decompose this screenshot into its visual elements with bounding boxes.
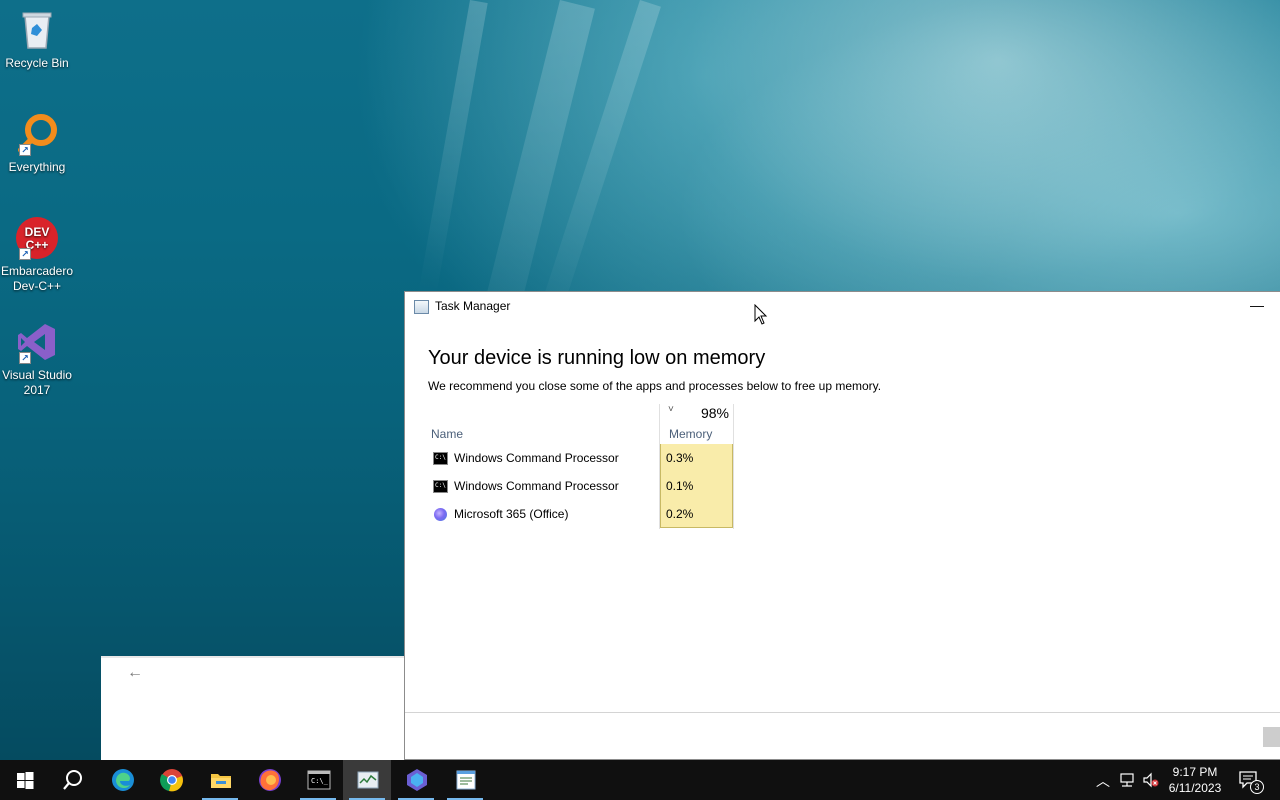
process-row[interactable]: C:\ Windows Command Processor 0.3% <box>431 445 736 473</box>
svg-text:DEV: DEV <box>25 225 50 239</box>
system-clock[interactable]: 9:17 PM 6/11/2023 <box>1166 764 1224 796</box>
taskbar-edge[interactable] <box>98 760 146 800</box>
visual-studio-icon <box>407 769 427 791</box>
mouse-cursor-icon <box>754 304 768 325</box>
visual-studio-icon: ↗ <box>15 320 59 364</box>
dev-cpp-icon: DEV C++ ↗ <box>15 216 59 260</box>
svg-text:C:\_: C:\_ <box>311 777 329 785</box>
clock-time: 9:17 PM <box>1172 765 1218 779</box>
show-hidden-icons-chevron-icon[interactable]: ︿ <box>1096 771 1110 791</box>
file-explorer-icon <box>211 774 231 788</box>
office-icon <box>434 508 447 521</box>
title-bar[interactable]: Task Manager — <box>405 292 1280 322</box>
desktop-icon-label: Everything <box>8 160 66 174</box>
search-button[interactable] <box>48 760 96 800</box>
start-button[interactable] <box>0 760 48 800</box>
column-header-name[interactable]: Name <box>431 427 463 441</box>
start-icon <box>17 772 34 789</box>
taskbar-file-explorer[interactable] <box>196 760 244 800</box>
search-icon <box>63 770 82 790</box>
desktop-icon-recycle-bin[interactable]: Recycle Bin <box>0 8 74 71</box>
cmd-icon: C:\ <box>433 452 448 465</box>
taskbar-task-manager[interactable] <box>343 760 391 800</box>
desktop-icon-everything[interactable]: ↗ Everything <box>0 112 74 175</box>
action-center-button[interactable]: 3 <box>1234 760 1280 800</box>
taskbar-cmd[interactable]: C:\_ <box>294 760 342 800</box>
volume-muted-icon[interactable] <box>1142 772 1160 788</box>
shortcut-arrow-icon: ↗ <box>19 248 31 260</box>
process-row[interactable]: C:\ Windows Command Processor 0.1% <box>431 473 736 501</box>
back-arrow-icon[interactable]: ← <box>127 664 143 682</box>
task-manager-icon <box>357 771 379 789</box>
page-title: Your device is running low on memory <box>428 347 766 369</box>
firefox-icon <box>259 769 281 791</box>
desktop-icon-label: Visual Studio 2017 <box>2 368 72 397</box>
footer-divider <box>405 712 1280 713</box>
window-title: Task Manager <box>435 299 511 313</box>
clock-date: 6/11/2023 <box>1168 781 1222 795</box>
taskbar-visual-studio[interactable] <box>392 760 440 800</box>
shortcut-arrow-icon: ↗ <box>19 144 31 156</box>
desktop-icon-label: Recycle Bin <box>5 56 69 70</box>
taskbar-notepad[interactable] <box>441 760 489 800</box>
taskbar-chrome[interactable] <box>147 760 195 800</box>
taskbar: C:\_ ︿ 9:17 PM 6/11/2023 3 <box>0 760 1280 800</box>
desktop-icon-dev-cpp[interactable]: DEV C++ ↗ Embarcadero Dev-C++ <box>0 216 74 294</box>
desktop-icon-visual-studio[interactable]: ↗ Visual Studio 2017 <box>0 320 74 398</box>
scrollbar-thumb[interactable] <box>1263 727 1280 747</box>
network-icon[interactable] <box>1118 772 1136 788</box>
process-memory: 0.3% <box>666 451 694 465</box>
cmd-icon: C:\ <box>433 480 448 493</box>
process-name: Windows Command Processor <box>454 451 619 465</box>
cmd-icon: C:\_ <box>307 770 331 790</box>
task-manager-icon <box>414 300 429 314</box>
notification-count-badge: 3 <box>1250 780 1264 794</box>
background-window-panel: ← <box>101 656 405 760</box>
edge-icon <box>112 769 134 791</box>
process-name: Windows Command Processor <box>454 479 619 493</box>
minimize-button[interactable]: — <box>1234 292 1280 322</box>
memory-total-percent: 98% <box>700 405 729 421</box>
recycle-bin-icon <box>15 8 59 52</box>
taskbar-firefox[interactable] <box>245 760 293 800</box>
chrome-icon <box>160 769 183 792</box>
process-memory: 0.1% <box>666 479 694 493</box>
process-name: Microsoft 365 (Office) <box>454 507 569 521</box>
process-memory: 0.2% <box>666 507 694 521</box>
everything-icon: ↗ <box>15 112 59 156</box>
column-header-memory[interactable]: Memory <box>669 427 712 441</box>
desktop-icon-label: Embarcadero Dev-C++ <box>0 264 74 293</box>
page-subtitle: We recommend you close some of the apps … <box>428 379 882 393</box>
task-manager-window: Task Manager — Your device is running lo… <box>404 291 1280 760</box>
process-row[interactable]: Microsoft 365 (Office) 0.2% <box>431 501 736 529</box>
shortcut-arrow-icon: ↗ <box>19 352 31 364</box>
notepad-icon <box>456 770 476 790</box>
